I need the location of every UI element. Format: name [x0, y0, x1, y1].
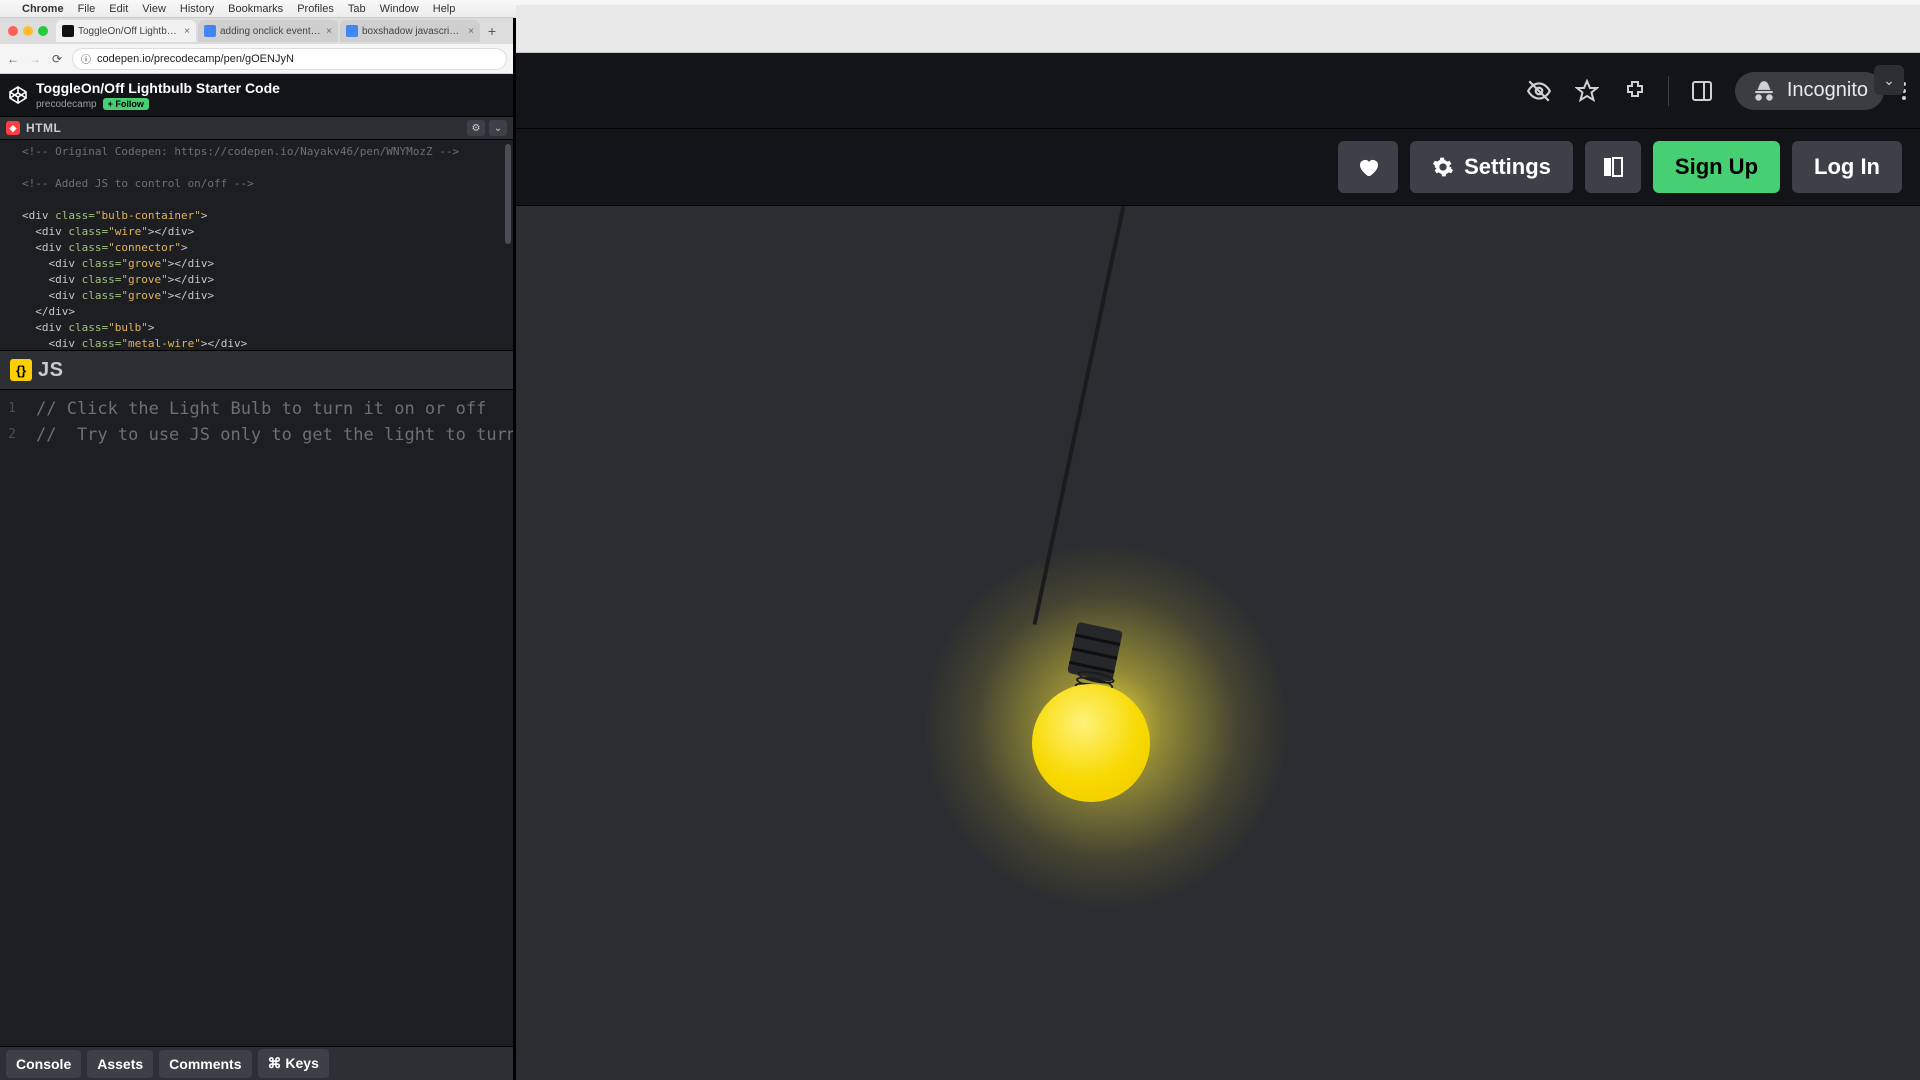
signup-label: Sign Up — [1675, 154, 1758, 180]
codepen-header: ToggleOn/Off Lightbulb Starter Code prec… — [0, 74, 513, 116]
js-panel-header: {} JS — [0, 350, 513, 390]
assets-button[interactable]: Assets — [87, 1050, 153, 1078]
browser-addressbar: ← → ⟳ ⓘ codepen.io/precodecamp/pen/gOENJ… — [0, 44, 513, 74]
menu-app-name[interactable]: Chrome — [22, 3, 64, 15]
follow-button[interactable]: + Follow — [103, 98, 149, 110]
browser-chrome-strip — [516, 5, 1920, 53]
nav-forward-icon[interactable]: → — [28, 52, 42, 66]
pen-title: ToggleOn/Off Lightbulb Starter Code — [36, 80, 280, 96]
layout-icon — [1601, 155, 1625, 179]
comments-button[interactable]: Comments — [159, 1050, 251, 1078]
login-label: Log In — [1814, 154, 1880, 180]
address-field[interactable]: ⓘ codepen.io/precodecamp/pen/gOENJyN — [72, 48, 507, 70]
window-close-icon[interactable] — [8, 26, 18, 36]
menu-bookmarks[interactable]: Bookmarks — [228, 3, 283, 15]
bookmark-star-icon[interactable] — [1572, 76, 1602, 106]
codepen-favicon-icon — [62, 25, 74, 37]
settings-label: Settings — [1464, 154, 1551, 180]
browser-tab-1[interactable]: ToggleOn/Off Lightbulb Start… × — [56, 20, 196, 42]
view-layout-button[interactable] — [1585, 141, 1641, 193]
love-button[interactable] — [1338, 141, 1398, 193]
html-editor[interactable]: <!-- Original Codepen: https://codepen.i… — [0, 140, 513, 350]
left-editor-window: ToggleOn/Off Lightbulb Start… × adding o… — [0, 18, 516, 1080]
collapse-chevron-icon[interactable]: ⌄ — [1874, 65, 1904, 95]
codepen-actions-bar: Settings Sign Up Log In — [516, 128, 1920, 206]
panel-settings-icon[interactable]: ⚙ — [467, 120, 485, 136]
tab-title: boxshadow javascript - Goo… — [362, 26, 464, 37]
menu-window[interactable]: Window — [380, 3, 419, 15]
incognito-badge[interactable]: Incognito — [1735, 72, 1884, 110]
line-gutter: 12 — [0, 396, 16, 448]
browser-tab-2[interactable]: adding onclick event javascr… × — [198, 20, 338, 42]
login-button[interactable]: Log In — [1792, 141, 1902, 193]
eye-off-icon[interactable] — [1524, 76, 1554, 106]
menu-tab[interactable]: Tab — [348, 3, 366, 15]
google-favicon-icon — [204, 25, 216, 37]
nav-reload-icon[interactable]: ⟳ — [50, 52, 64, 66]
console-button[interactable]: Console — [6, 1050, 81, 1078]
scrollbar-icon[interactable] — [505, 144, 511, 244]
html-badge-icon: ◆ — [6, 121, 20, 135]
incognito-label: Incognito — [1787, 79, 1868, 102]
menu-file[interactable]: File — [78, 3, 96, 15]
html-panel-header: ◆ HTML ⚙ ⌄ — [0, 116, 513, 140]
gear-icon — [1432, 156, 1454, 178]
pen-preview[interactable] — [516, 206, 1920, 1080]
browser-tabstrip: ToggleOn/Off Lightbulb Start… × adding o… — [0, 18, 513, 44]
toolbar-divider — [1668, 76, 1669, 106]
js-code-content: // Click the Light Bulb to turn it on or… — [0, 390, 513, 454]
panel-chevron-down-icon[interactable]: ⌄ — [489, 120, 507, 136]
nav-back-icon[interactable]: ← — [6, 52, 20, 66]
tab-close-icon[interactable]: × — [468, 26, 474, 37]
devtools-dock-icon[interactable] — [1687, 76, 1717, 106]
url-text: codepen.io/precodecamp/pen/gOENJyN — [97, 53, 294, 65]
menu-profiles[interactable]: Profiles — [297, 3, 334, 15]
tab-close-icon[interactable]: × — [184, 26, 190, 37]
js-editor[interactable]: 12 // Click the Light Bulb to turn it on… — [0, 390, 513, 1046]
right-preview-window: Incognito ⌄ Settings Sign Up Log In — [516, 5, 1920, 1080]
window-minimize-icon[interactable] — [23, 26, 33, 36]
js-panel-label: JS — [38, 359, 63, 382]
menu-history[interactable]: History — [180, 3, 214, 15]
settings-button[interactable]: Settings — [1410, 141, 1573, 193]
signup-button[interactable]: Sign Up — [1653, 141, 1780, 193]
google-favicon-icon — [346, 25, 358, 37]
js-badge-icon: {} — [10, 359, 32, 381]
bulb-wire — [1033, 206, 1128, 625]
js-panel: {} JS 12 // Click the Light Bulb to turn… — [0, 350, 513, 1046]
window-traffic-lights — [8, 26, 48, 36]
html-panel-label: HTML — [26, 121, 61, 135]
tab-title: ToggleOn/Off Lightbulb Start… — [78, 26, 180, 37]
menu-edit[interactable]: Edit — [109, 3, 128, 15]
incognito-toolbar: Incognito — [516, 53, 1920, 128]
incognito-icon — [1751, 78, 1777, 104]
new-tab-button[interactable]: + — [482, 23, 502, 39]
editor-footer: Console Assets Comments ⌘ Keys — [0, 1046, 513, 1080]
keys-button[interactable]: ⌘ Keys — [258, 1049, 329, 1078]
extensions-icon[interactable] — [1620, 76, 1650, 106]
menu-view[interactable]: View — [142, 3, 166, 15]
browser-tab-3[interactable]: boxshadow javascript - Goo… × — [340, 20, 480, 42]
pen-author[interactable]: precodecamp — [36, 99, 97, 110]
menu-help[interactable]: Help — [433, 3, 456, 15]
lightbulb[interactable] — [1021, 673, 1161, 813]
site-info-icon[interactable]: ⓘ — [81, 51, 91, 66]
tab-close-icon[interactable]: × — [326, 26, 332, 37]
html-code-content: <!-- Original Codepen: https://codepen.i… — [0, 140, 513, 350]
heart-icon — [1356, 155, 1380, 179]
codepen-logo-icon[interactable] — [8, 85, 28, 105]
tab-title: adding onclick event javascr… — [220, 26, 322, 37]
window-maximize-icon[interactable] — [38, 26, 48, 36]
